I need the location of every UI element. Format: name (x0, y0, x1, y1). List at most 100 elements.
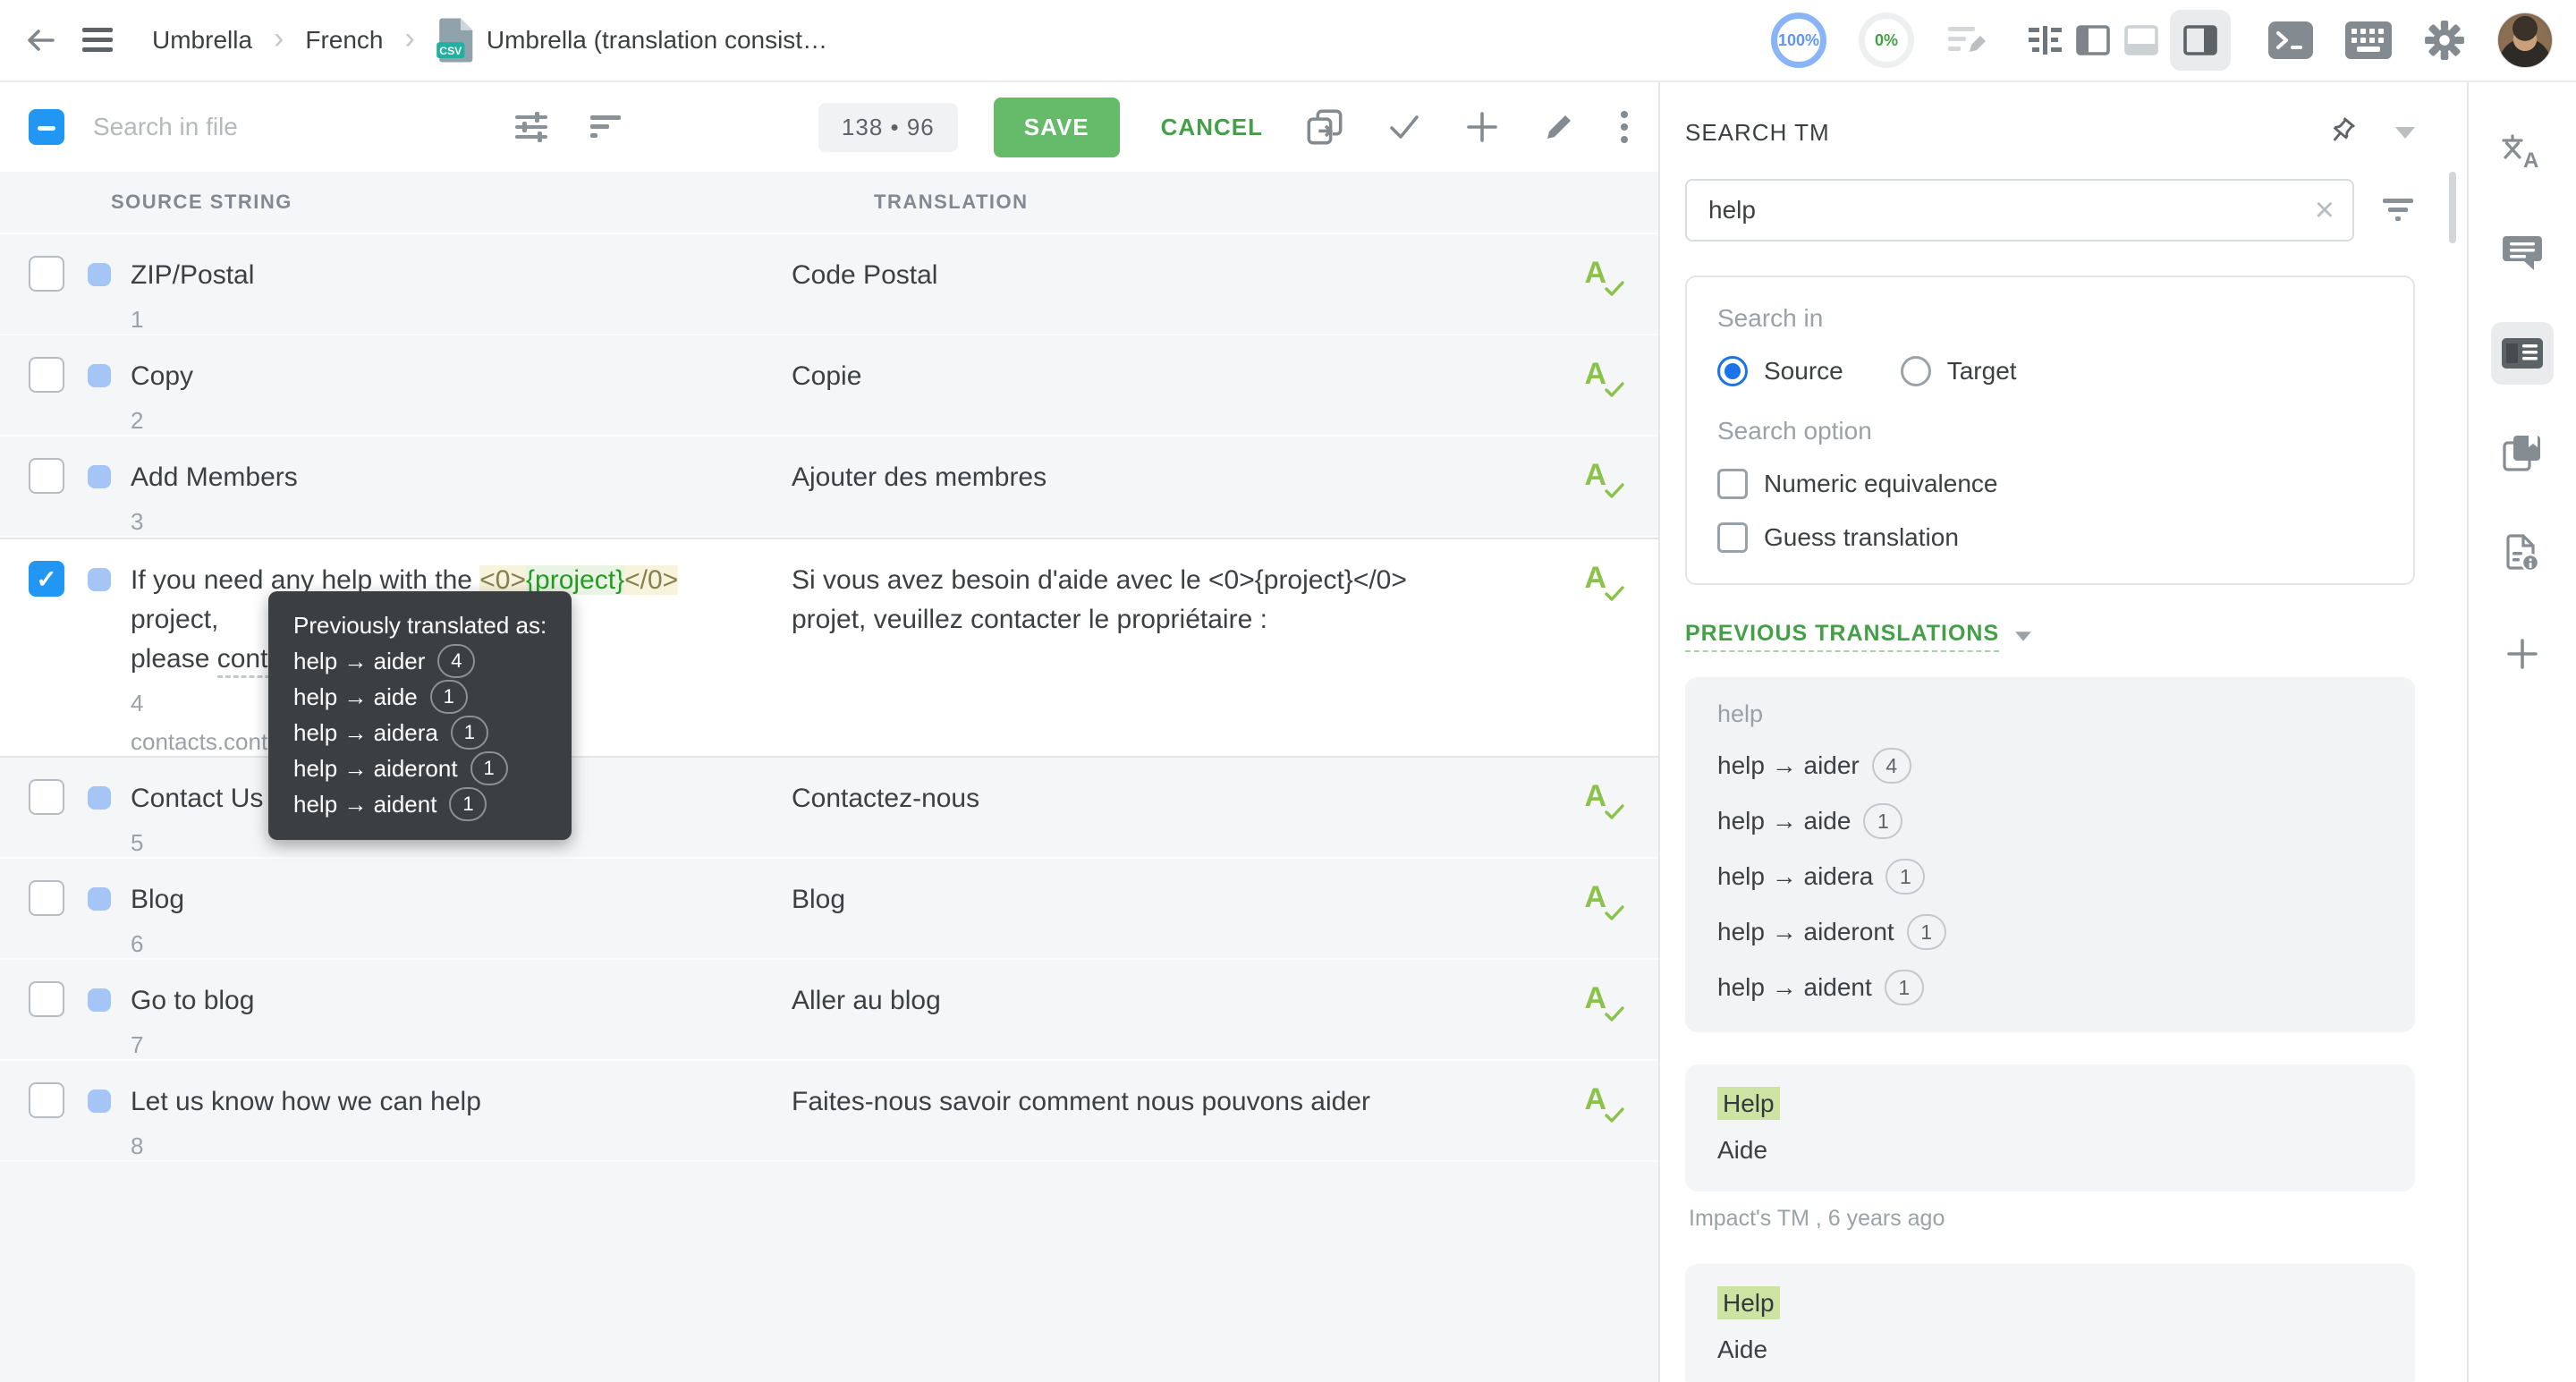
table-row[interactable]: ZIP/Postal1Code PostalA (0, 234, 1658, 335)
translation-column-header: TRANSLATION (874, 191, 1029, 214)
source-cell: Go to blog7 (131, 981, 792, 1059)
add-string-icon[interactable] (1465, 110, 1499, 144)
clear-search-icon[interactable]: × (2315, 193, 2334, 227)
table-row[interactable]: Contact Us5Contactez-nousA (0, 758, 1658, 859)
glossary-icon[interactable] (2491, 422, 2554, 485)
search-in-label: Search in (1717, 304, 2383, 333)
search-option-checkbox[interactable]: Guess translation (1717, 522, 2383, 553)
search-in-file-input[interactable] (93, 113, 513, 141)
save-button[interactable]: SAVE (994, 98, 1120, 157)
search-filter-icons (513, 109, 623, 145)
table-row[interactable]: Blog6BlogA (0, 859, 1658, 960)
previous-translations-toggle[interactable]: PREVIOUS TRANSLATIONS (1685, 621, 2415, 652)
tm-filter-icon[interactable] (2381, 194, 2415, 226)
pin-panel-icon[interactable] (2324, 114, 2360, 150)
translation-cell: Blog (792, 880, 1542, 958)
tooltip-title: Previously translated as: (293, 607, 547, 643)
table-row[interactable]: If you need any help with the <0>{projec… (0, 538, 1658, 758)
search-in-radio-target[interactable]: Target (1901, 356, 2017, 386)
status-cell: A (1542, 458, 1658, 536)
table-row[interactable]: Go to blog7Aller au blogA (0, 960, 1658, 1061)
breadcrumb-project[interactable]: Umbrella (152, 26, 252, 55)
file-name: Umbrella (translation consist… (487, 26, 827, 55)
search-option-checkboxes: Numeric equivalence Guess translation (1717, 469, 2383, 553)
previous-query: help (1717, 700, 2383, 728)
translated-progress-ring[interactable]: 100% (1771, 13, 1826, 68)
add-panel-icon[interactable] (2491, 623, 2554, 685)
tm-search-input[interactable] (1708, 196, 2315, 225)
draft-edit-icon[interactable] (1946, 21, 1987, 59)
row-checkbox[interactable] (29, 458, 64, 494)
source-cell: ZIP/Postal1 (131, 256, 792, 334)
keyboard-icon[interactable] (2345, 21, 2392, 59)
previous-translation-item[interactable]: help → aident1 (1717, 970, 2383, 1005)
comments-icon[interactable] (2491, 222, 2554, 284)
back-icon[interactable] (23, 22, 59, 58)
radio-label: Target (1947, 357, 2017, 386)
tooltip-item: help → aidera1 (293, 715, 547, 750)
previous-translation-item[interactable]: help → aideront1 (1717, 914, 2383, 950)
radio-icon (1717, 356, 1748, 386)
search-option-checkbox[interactable]: Numeric equivalence (1717, 469, 2383, 499)
source-fragment: please (131, 644, 217, 674)
row-number: 3 (131, 508, 756, 536)
right-panel-view-icon[interactable] (2170, 10, 2231, 71)
breadcrumb-language[interactable]: French (305, 26, 383, 55)
breadcrumb-file[interactable]: CSV Umbrella (translation consist… (436, 17, 827, 64)
editor-main: 138 • 96 SAVE CANCEL (0, 82, 1658, 1382)
file-context-icon[interactable] (2491, 522, 2554, 585)
filter-icon[interactable] (589, 111, 623, 143)
translation-cell: Copie (792, 357, 1542, 435)
approved-progress-ring[interactable]: 0% (1859, 13, 1914, 68)
row-checkbox[interactable] (29, 779, 64, 815)
tooltip-item: help → aident1 (293, 786, 547, 822)
cancel-button[interactable]: CANCEL (1161, 114, 1263, 141)
table-row[interactable]: Add Members3Ajouter des membresA (0, 437, 1658, 538)
previous-translation-item[interactable]: help → aidera1 (1717, 859, 2383, 894)
settings-gear-icon[interactable] (2424, 20, 2465, 61)
row-status-dot (88, 786, 111, 810)
translation-status-icon: A (1584, 256, 1606, 295)
edit-pencil-icon[interactable] (1542, 110, 1576, 144)
tm-result-meta: Impact's TM , 6 years ago (1685, 1206, 2415, 1232)
avatar[interactable] (2497, 13, 2553, 68)
translate-icon[interactable]: A (2491, 122, 2554, 184)
tm-count-badge: 1 (1863, 803, 1902, 839)
search-in-radio-source[interactable]: Source (1717, 356, 1843, 386)
top-bottom-view-icon[interactable] (2122, 21, 2161, 60)
row-checkbox[interactable] (29, 561, 64, 597)
more-kebab-icon[interactable] (1619, 109, 1630, 145)
tm-result-card[interactable]: HelpAide (1685, 1064, 2415, 1191)
panel-collapse-chevron-icon[interactable] (2395, 127, 2415, 139)
menu-icon[interactable] (82, 26, 116, 55)
row-checkbox[interactable] (29, 256, 64, 292)
copy-source-icon[interactable] (1306, 108, 1343, 146)
tooltip-item: help → aide1 (293, 679, 547, 715)
tm-result-card[interactable]: HelpAide (1685, 1264, 2415, 1382)
table-row[interactable]: Copy2CopieA (0, 335, 1658, 437)
source-text: Copy (131, 357, 756, 396)
select-all-checkbox[interactable] (29, 109, 64, 145)
table-row[interactable]: Let us know how we can help8Faites-nous … (0, 1061, 1658, 1162)
advanced-filters-icon[interactable] (513, 109, 549, 145)
row-checkbox[interactable] (29, 1082, 64, 1118)
previous-translation-item[interactable]: help → aider4 (1717, 748, 2383, 784)
table-view-icon[interactable] (2025, 21, 2064, 60)
translation-status-icon: A (1584, 981, 1606, 1021)
previous-translation-item[interactable]: help → aide1 (1717, 803, 2383, 839)
side-by-side-view-icon[interactable] (2073, 21, 2113, 60)
translation-memory-icon[interactable] (2491, 322, 2554, 385)
row-checkbox[interactable] (29, 981, 64, 1017)
app-root: Umbrella › French › CSV Umbrella (transl… (0, 0, 2576, 1382)
tm-tooltip: Previously translated as:help → aider4he… (268, 591, 572, 840)
row-checkbox[interactable] (29, 880, 64, 916)
row-checkbox[interactable] (29, 357, 64, 393)
search-in-radios: Source Target (1717, 356, 2383, 386)
source-text: Add Members (131, 458, 756, 497)
panel-scrollbar[interactable] (2449, 172, 2456, 243)
approve-check-icon[interactable] (1386, 111, 1422, 143)
string-list: ZIP/Postal1Code PostalACopy2CopieA Add Me… (0, 234, 1658, 1162)
translation-status-icon: A (1584, 880, 1606, 920)
tm-count-badge: 1 (1907, 914, 1946, 950)
console-icon[interactable] (2268, 21, 2313, 59)
